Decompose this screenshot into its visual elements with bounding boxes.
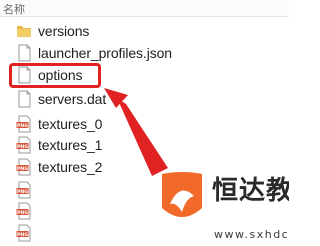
file-name: launcher_profiles.json xyxy=(38,45,172,61)
png-file-icon: PNG xyxy=(16,224,32,242)
svg-text:PNG: PNG xyxy=(17,123,28,129)
svg-text:PNG: PNG xyxy=(17,210,28,216)
file-name: servers.dat xyxy=(38,91,107,107)
svg-text:PNG: PNG xyxy=(17,232,28,238)
highlight-box xyxy=(9,63,101,88)
column-header: 名称 xyxy=(0,0,289,17)
png-file-icon: PNG xyxy=(16,158,32,176)
file-row[interactable]: servers.dat xyxy=(0,88,289,110)
watermark-title: 恒达教程网 xyxy=(212,176,289,206)
file-name: versions xyxy=(38,23,90,39)
file-explorer: 名称 versions launcher_profiles.json options… xyxy=(0,0,289,246)
file-row[interactable]: PNG textures_0 xyxy=(0,113,289,135)
file-row[interactable]: PNG textures_1 xyxy=(0,134,289,156)
watermark-domain: www.sxhdcj.com xyxy=(214,228,289,241)
column-name-header[interactable]: 名称 xyxy=(3,1,25,17)
file-row[interactable]: versions xyxy=(0,20,289,42)
document-icon xyxy=(16,44,32,62)
png-file-icon: PNG xyxy=(16,115,32,133)
file-name: textures_0 xyxy=(38,116,103,132)
png-file-icon: PNG xyxy=(16,181,32,199)
svg-text:PNG: PNG xyxy=(17,144,28,150)
file-name: textures_1 xyxy=(38,137,103,153)
document-icon xyxy=(16,90,32,108)
folder-icon xyxy=(16,22,32,40)
watermark: 恒达教程网 www.sxhdcj.com xyxy=(162,158,289,246)
file-row[interactable]: launcher_profiles.json xyxy=(0,42,289,64)
png-file-icon: PNG xyxy=(16,136,32,154)
png-file-icon: PNG xyxy=(16,202,32,220)
file-name: textures_2 xyxy=(38,159,103,175)
svg-text:PNG: PNG xyxy=(17,189,28,195)
svg-text:PNG: PNG xyxy=(17,166,28,172)
watermark-logo-icon xyxy=(162,172,202,217)
